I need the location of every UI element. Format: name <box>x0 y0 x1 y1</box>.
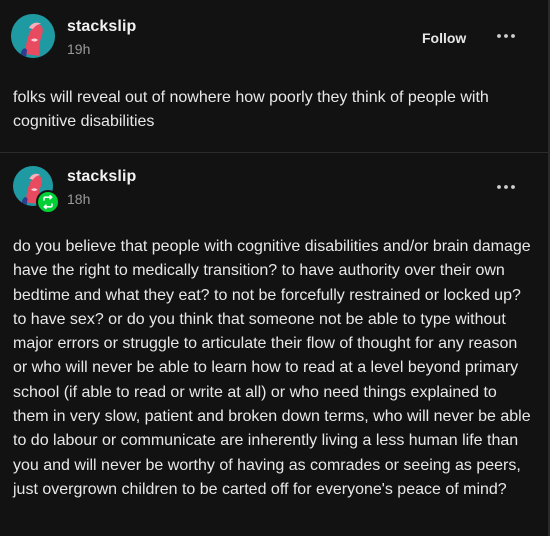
author-name[interactable]: stackslip <box>67 168 136 186</box>
follow-button[interactable]: Follow <box>422 30 466 46</box>
more-horizontal-icon <box>497 34 515 38</box>
author-name[interactable]: stackslip <box>67 18 136 36</box>
reblog-badge <box>36 190 60 214</box>
reblog-header: stackslip 18h <box>0 153 548 231</box>
post-text: folks will reveal out of nowhere how poo… <box>13 89 489 130</box>
avatar[interactable] <box>11 14 55 58</box>
post-timestamp[interactable]: 18h <box>67 191 90 207</box>
post-header: stackslip 19h Follow <box>0 0 548 76</box>
original-post: stackslip 19h Follow folks will reveal o… <box>0 0 548 152</box>
post-card: stackslip 19h Follow folks will reveal o… <box>0 0 550 536</box>
more-horizontal-icon <box>497 185 515 189</box>
avatar-image-icon <box>11 14 55 58</box>
more-options-button[interactable] <box>495 179 517 195</box>
reblogged-post: stackslip 18h do you believe that people… <box>0 153 548 502</box>
reblog-icon <box>43 194 53 210</box>
more-options-button[interactable] <box>495 28 517 44</box>
reblog-text: do you believe that people with cognitiv… <box>13 238 531 498</box>
post-timestamp[interactable]: 19h <box>67 41 90 57</box>
